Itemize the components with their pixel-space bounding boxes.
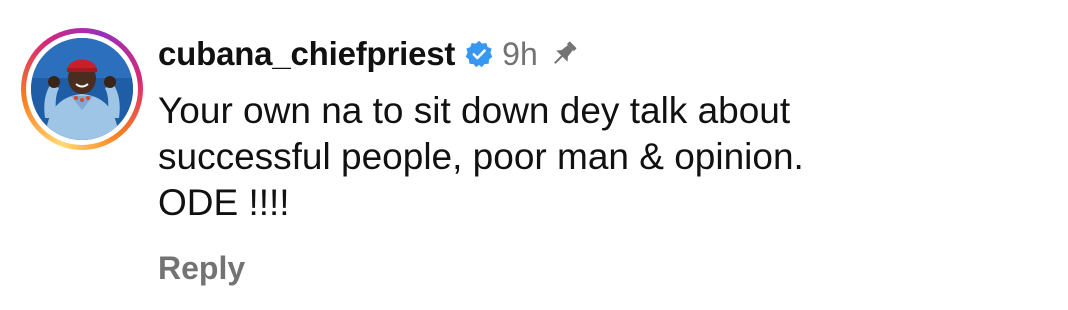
comment-text-line: successful people, poor man & opinion. (158, 136, 804, 177)
story-ring[interactable] (21, 28, 143, 150)
verified-badge-icon (465, 40, 493, 68)
timestamp: 9h (502, 35, 538, 72)
comment-text-line: Your own na to sit down dey talk about (158, 90, 791, 131)
comment-header: cubana_chiefpriest 9h (158, 30, 580, 78)
pin-icon (548, 38, 580, 70)
username[interactable]: cubana_chiefpriest (158, 35, 455, 73)
reply-button[interactable]: Reply (158, 250, 245, 287)
avatar-photo (31, 38, 133, 140)
avatar[interactable] (31, 38, 133, 140)
comment-text: Your own na to sit down dey talk about s… (158, 88, 1038, 226)
comment-text-line: ODE !!!! (158, 182, 290, 223)
comment-item: cubana_chiefpriest 9h Your own na to sit… (0, 0, 1068, 310)
